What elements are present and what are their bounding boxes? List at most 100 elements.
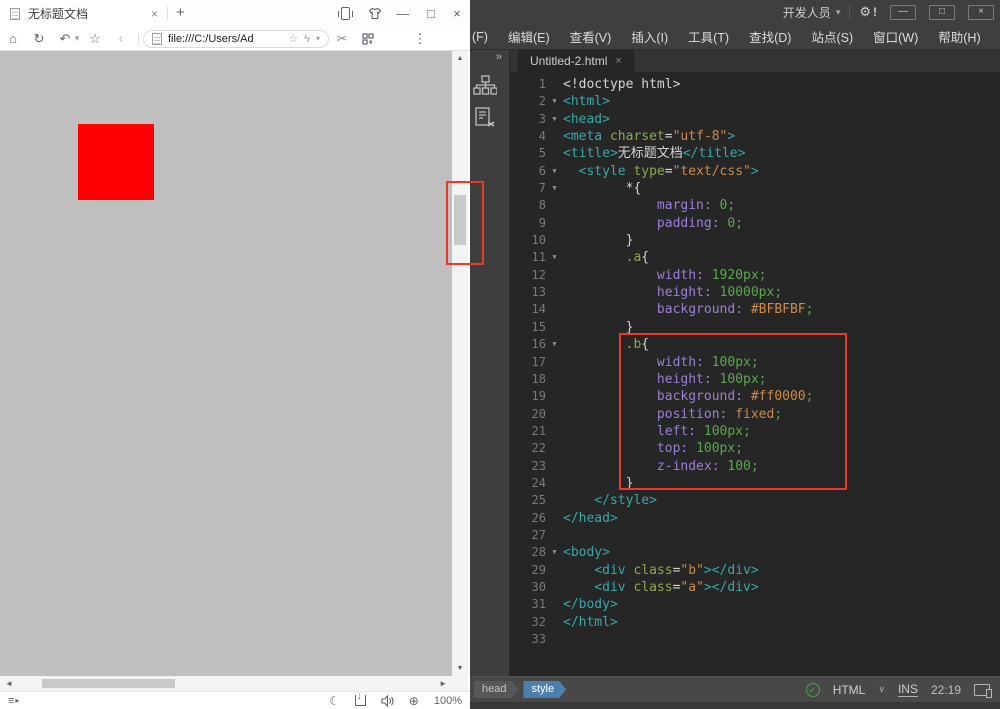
code-line: 26 </head> xyxy=(510,510,1000,527)
fold-marker-icon[interactable]: ▼ xyxy=(546,163,563,180)
zoom-level[interactable]: 100% xyxy=(434,695,462,707)
expand-panels-icon[interactable]: » xyxy=(496,51,502,63)
fold-marker-icon[interactable]: ▼ xyxy=(546,249,563,266)
speaker-icon[interactable] xyxy=(381,694,394,707)
code-text[interactable]: <html> xyxy=(563,93,610,110)
browser-maximize-button[interactable]: □ xyxy=(418,0,444,27)
zoom-icon[interactable]: ⊕ xyxy=(409,694,419,708)
line-number: 3 xyxy=(538,111,546,126)
undo-dropdown-icon[interactable]: ▾ xyxy=(72,33,82,44)
code-text[interactable]: </style> xyxy=(563,492,657,509)
document-tab[interactable]: Untitled-2.html × xyxy=(518,50,634,72)
menu-item[interactable]: 工具(T) xyxy=(678,27,739,46)
settings-button[interactable]: ⚙ ! xyxy=(859,4,877,20)
tab-close-icon[interactable]: × xyxy=(151,7,158,21)
horizontal-scroll-thumb[interactable] xyxy=(42,679,175,688)
code-text[interactable]: <!doctype html> xyxy=(563,76,680,93)
code-text[interactable]: margin: 0; xyxy=(563,197,735,214)
insert-mode-indicator[interactable]: INS xyxy=(897,682,918,697)
address-dropdown-icon[interactable]: ▾ xyxy=(316,34,320,43)
vertical-scrollbar[interactable]: ▲ ▼ xyxy=(452,51,468,676)
code-text[interactable]: </head> xyxy=(563,510,618,527)
menu-item[interactable]: 帮助(H) xyxy=(928,27,990,46)
code-text[interactable]: <div class="b"></div> xyxy=(563,562,758,579)
code-text[interactable]: height: 10000px; xyxy=(563,284,782,301)
lint-ok-icon[interactable]: ✓ xyxy=(805,682,820,697)
reading-list-icon[interactable]: ≡ ▸ xyxy=(8,695,19,707)
browser-minimize-button[interactable]: — xyxy=(390,0,416,27)
gutter-spacer xyxy=(546,579,563,596)
horizontal-scrollbar[interactable]: ◄ ► xyxy=(0,676,452,691)
tab-close-icon[interactable]: × xyxy=(615,55,621,67)
gutter-spacer xyxy=(546,458,563,475)
fold-marker-icon[interactable]: ▼ xyxy=(546,544,563,561)
gutter-spacer xyxy=(546,527,563,544)
code-text[interactable]: background: #BFBFBF; xyxy=(563,301,814,318)
code-text[interactable]: } xyxy=(563,232,634,249)
breadcrumb-tag-style[interactable]: style xyxy=(523,681,566,698)
menu-item[interactable]: 插入(I) xyxy=(621,27,678,46)
device-preview-icon[interactable] xyxy=(974,683,992,698)
cursor-time-indicator: 22:19 xyxy=(930,682,961,697)
code-text[interactable]: <div class="a"></div> xyxy=(563,579,758,596)
browser-tab[interactable]: 无标题文档 × xyxy=(0,0,166,27)
favorite-star-icon[interactable]: ☆ xyxy=(288,32,298,45)
code-line: 3 ▼ <head> xyxy=(510,111,1000,128)
refresh-icon[interactable]: ↻ xyxy=(26,31,52,47)
screenshot-scissors-icon[interactable]: ✂ xyxy=(329,31,355,47)
editor-minimize-button[interactable]: — xyxy=(890,4,916,20)
download-icon[interactable]: ↓ xyxy=(354,691,366,706)
statusbar-right: ✓ HTML ∨ INS 22:19 xyxy=(805,682,1000,698)
code-text[interactable]: <meta charset="utf-8"> xyxy=(563,128,735,145)
gutter-spacer xyxy=(546,215,563,232)
editor-maximize-button[interactable]: □ xyxy=(929,4,955,20)
code-text[interactable]: padding: 0; xyxy=(563,215,743,232)
menu-item[interactable]: 查找(D) xyxy=(739,27,801,46)
fold-marker-icon[interactable]: ▼ xyxy=(546,180,563,197)
night-mode-moon-icon[interactable]: ☾ xyxy=(329,694,340,708)
more-menu-icon[interactable]: ⋮ xyxy=(407,31,433,47)
fold-marker-icon[interactable]: ▼ xyxy=(546,336,563,353)
code-text[interactable]: <title>无标题文档</title> xyxy=(563,145,745,162)
breadcrumb-tag-head[interactable]: head xyxy=(474,681,518,698)
scroll-down-icon[interactable]: ▼ xyxy=(452,665,468,672)
fold-marker-icon[interactable]: ▼ xyxy=(546,111,563,128)
qr-code-icon[interactable] xyxy=(355,32,381,45)
doc-type-chevron-icon[interactable]: ∨ xyxy=(878,684,885,695)
code-text[interactable]: </html> xyxy=(563,614,618,631)
menu-item[interactable]: 窗口(W) xyxy=(863,27,928,46)
back-chevron-icon[interactable]: ‹ xyxy=(108,30,134,47)
code-line: 32 </html> xyxy=(510,614,1000,631)
code-text[interactable]: .a{ xyxy=(563,249,649,266)
code-text[interactable]: <style type="text/css"> xyxy=(563,163,759,180)
doc-type-label[interactable]: HTML xyxy=(833,683,866,697)
fold-marker-icon[interactable]: ▼ xyxy=(546,93,563,110)
code-text[interactable]: <body> xyxy=(563,544,610,561)
scroll-left-icon[interactable]: ◄ xyxy=(5,679,13,688)
code-text[interactable]: </body> xyxy=(563,596,618,613)
theme-skin-button[interactable] xyxy=(362,0,388,27)
gutter-spacer xyxy=(546,423,563,440)
code-text[interactable]: width: 1920px; xyxy=(563,267,767,284)
code-line: 10 } xyxy=(510,232,1000,249)
mobile-view-button[interactable] xyxy=(332,0,358,27)
menu-item[interactable]: 编辑(E) xyxy=(498,27,560,46)
files-tree-icon[interactable] xyxy=(473,74,497,98)
editor-close-button[interactable]: × xyxy=(968,4,994,20)
code-text[interactable]: *{ xyxy=(563,180,642,197)
scroll-up-icon[interactable]: ▲ xyxy=(452,55,468,62)
code-text[interactable]: <head> xyxy=(563,111,610,128)
bookmark-star-icon[interactable]: ☆ xyxy=(82,31,108,47)
menu-item[interactable]: 站点(S) xyxy=(801,27,863,46)
snippets-icon[interactable] xyxy=(473,106,497,130)
address-bar[interactable]: file:///C:/Users/Ad ☆ ϟ ▾ xyxy=(143,29,329,48)
flash-icon[interactable]: ϟ xyxy=(304,33,310,45)
scroll-right-icon[interactable]: ► xyxy=(439,679,447,688)
new-tab-button[interactable]: + xyxy=(176,4,185,21)
menu-item[interactable]: 查看(V) xyxy=(560,27,622,46)
workspace-switcher[interactable]: 开发人员 ▾ xyxy=(783,4,841,21)
address-url[interactable]: file:///C:/Users/Ad xyxy=(168,33,282,45)
browser-close-button[interactable]: × xyxy=(444,0,470,27)
home-icon[interactable]: ⌂ xyxy=(0,31,26,46)
download-arrow: ↓ xyxy=(356,691,362,702)
